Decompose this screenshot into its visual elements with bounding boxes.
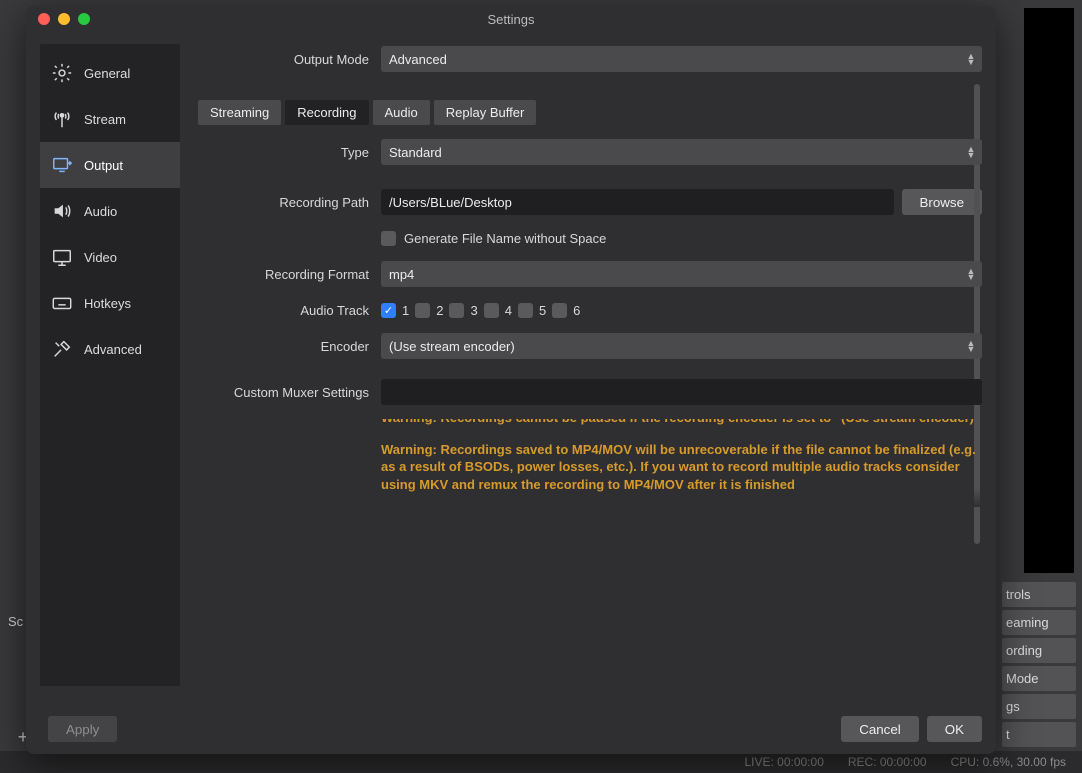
- muxer-label: Custom Muxer Settings: [198, 385, 373, 400]
- audio-track-1-checkbox[interactable]: ✓: [381, 303, 396, 318]
- output-mode-label: Output Mode: [198, 52, 373, 67]
- warning-mp4-unrecoverable: Warning: Recordings saved to MP4/MOV wil…: [381, 441, 982, 494]
- sidebar-item-stream[interactable]: Stream: [40, 96, 180, 142]
- window-title: Settings: [26, 12, 996, 27]
- audio-track-3-checkbox[interactable]: [449, 303, 464, 318]
- speaker-icon: [50, 200, 74, 222]
- sidebar-item-general[interactable]: General: [40, 50, 180, 96]
- sidebar-item-advanced[interactable]: Advanced: [40, 326, 180, 372]
- output-tabs: Streaming Recording Audio Replay Buffer: [198, 100, 982, 125]
- bg-btn: t: [1002, 722, 1076, 747]
- type-label: Type: [198, 145, 373, 160]
- tab-audio[interactable]: Audio: [373, 100, 430, 125]
- sidebar-item-label: Audio: [84, 204, 117, 219]
- sidebar-item-video[interactable]: Video: [40, 234, 180, 280]
- recording-type-select[interactable]: Standard ▲▼: [381, 139, 982, 165]
- sidebar-item-audio[interactable]: Audio: [40, 188, 180, 234]
- background-preview-area: [1024, 8, 1074, 573]
- tab-recording[interactable]: Recording: [285, 100, 368, 125]
- encoder-value: (Use stream encoder): [389, 339, 515, 354]
- status-rec: REC: 00:00:00: [848, 755, 927, 769]
- settings-sidebar: General Stream Output Audio: [40, 44, 180, 686]
- encoder-label: Encoder: [198, 339, 373, 354]
- keyboard-icon: [50, 292, 74, 314]
- browse-button[interactable]: Browse: [902, 189, 982, 215]
- recording-path-input[interactable]: /Users/BLue/Desktop: [381, 189, 894, 215]
- ok-button[interactable]: OK: [927, 716, 982, 742]
- audio-track-2-checkbox[interactable]: [415, 303, 430, 318]
- muxer-input[interactable]: [381, 379, 982, 405]
- tab-streaming[interactable]: Streaming: [198, 100, 281, 125]
- audio-track-num: 5: [539, 303, 546, 318]
- audio-track-5-checkbox[interactable]: [518, 303, 533, 318]
- window-minimize-button[interactable]: [58, 13, 70, 25]
- sidebar-item-label: Stream: [84, 112, 126, 127]
- bg-btn: ording: [1002, 638, 1076, 663]
- tab-replay-buffer[interactable]: Replay Buffer: [434, 100, 537, 125]
- recording-path-label: Recording Path: [198, 195, 373, 210]
- sidebar-item-output[interactable]: Output: [40, 142, 180, 188]
- audio-track-num: 6: [573, 303, 580, 318]
- window-zoom-button[interactable]: [78, 13, 90, 25]
- sidebar-item-label: Hotkeys: [84, 296, 131, 311]
- audio-track-num: 3: [470, 303, 477, 318]
- encoder-select[interactable]: (Use stream encoder) ▲▼: [381, 333, 982, 359]
- window-close-button[interactable]: [38, 13, 50, 25]
- sidebar-item-label: Video: [84, 250, 117, 265]
- settings-main-pane: Output Mode Advanced ▲▼ Streaming Record…: [198, 44, 982, 704]
- bg-btn: trols: [1002, 582, 1076, 607]
- updown-icon: ▲▼: [966, 53, 976, 65]
- antenna-icon: [50, 108, 74, 130]
- cancel-button[interactable]: Cancel: [841, 716, 919, 742]
- sidebar-item-label: Advanced: [84, 342, 142, 357]
- audio-track-num: 1: [402, 303, 409, 318]
- background-controls-panel: trols eaming ording Mode gs t: [1002, 582, 1082, 747]
- recording-format-label: Recording Format: [198, 267, 373, 282]
- sidebar-item-hotkeys[interactable]: Hotkeys: [40, 280, 180, 326]
- audio-track-num: 4: [505, 303, 512, 318]
- gear-icon: [50, 62, 74, 84]
- bg-btn: gs: [1002, 694, 1076, 719]
- status-cpu: CPU: 0.6%, 30.00 fps: [951, 755, 1066, 769]
- updown-icon: ▲▼: [966, 146, 976, 158]
- sidebar-item-label: Output: [84, 158, 123, 173]
- recording-type-value: Standard: [389, 145, 442, 160]
- bg-btn: Mode: [1002, 666, 1076, 691]
- warnings-block: Warning: Recordings cannot be paused if …: [381, 419, 982, 507]
- sidebar-item-label: General: [84, 66, 130, 81]
- bg-btn: eaming: [1002, 610, 1076, 635]
- generate-no-space-checkbox[interactable]: [381, 231, 396, 246]
- background-scenes-label: Sc: [8, 614, 23, 629]
- settings-dialog: Settings General Stream Output: [26, 6, 996, 754]
- warning-pause-encoder: Warning: Recordings cannot be paused if …: [381, 419, 982, 427]
- apply-button[interactable]: Apply: [48, 716, 117, 742]
- dialog-footer: Apply Cancel OK: [40, 716, 982, 742]
- updown-icon: ▲▼: [966, 268, 976, 280]
- recording-format-value: mp4: [389, 267, 414, 282]
- background-status-bar: LIVE: 00:00:00 REC: 00:00:00 CPU: 0.6%, …: [0, 751, 1082, 773]
- titlebar: Settings: [26, 6, 996, 32]
- tools-icon: [50, 338, 74, 360]
- generate-no-space-label: Generate File Name without Space: [404, 231, 606, 246]
- monitor-icon: [50, 246, 74, 268]
- audio-track-label: Audio Track: [198, 303, 373, 318]
- recording-format-select[interactable]: mp4 ▲▼: [381, 261, 982, 287]
- audio-track-num: 2: [436, 303, 443, 318]
- audio-track-6-checkbox[interactable]: [552, 303, 567, 318]
- status-live: LIVE: 00:00:00: [744, 755, 823, 769]
- output-mode-select[interactable]: Advanced ▲▼: [381, 46, 982, 72]
- recording-path-value: /Users/BLue/Desktop: [389, 195, 512, 210]
- output-mode-value: Advanced: [389, 52, 447, 67]
- audio-track-4-checkbox[interactable]: [484, 303, 499, 318]
- updown-icon: ▲▼: [966, 340, 976, 352]
- output-icon: [50, 154, 74, 176]
